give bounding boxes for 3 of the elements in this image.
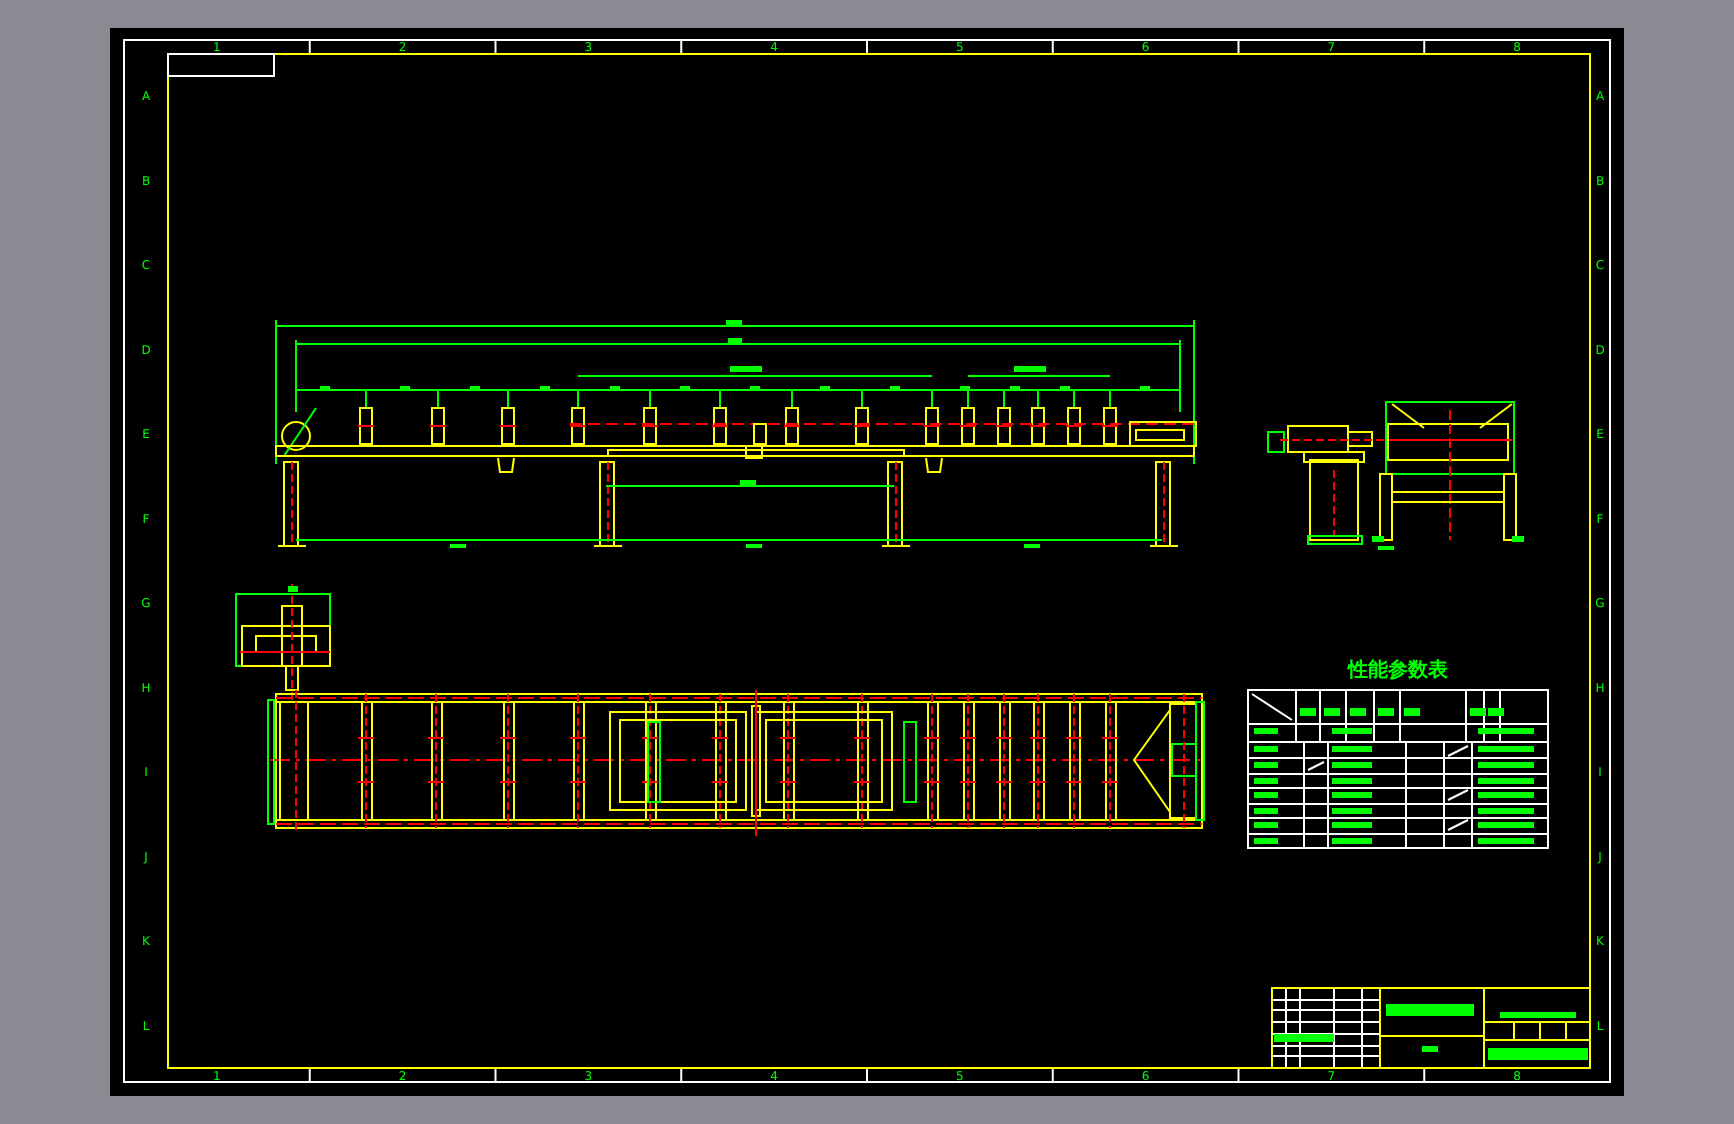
corner-box [167, 53, 275, 77]
table-title: 性能参数表 [1348, 660, 1448, 682]
drive-unit-drawing [235, 583, 331, 701]
